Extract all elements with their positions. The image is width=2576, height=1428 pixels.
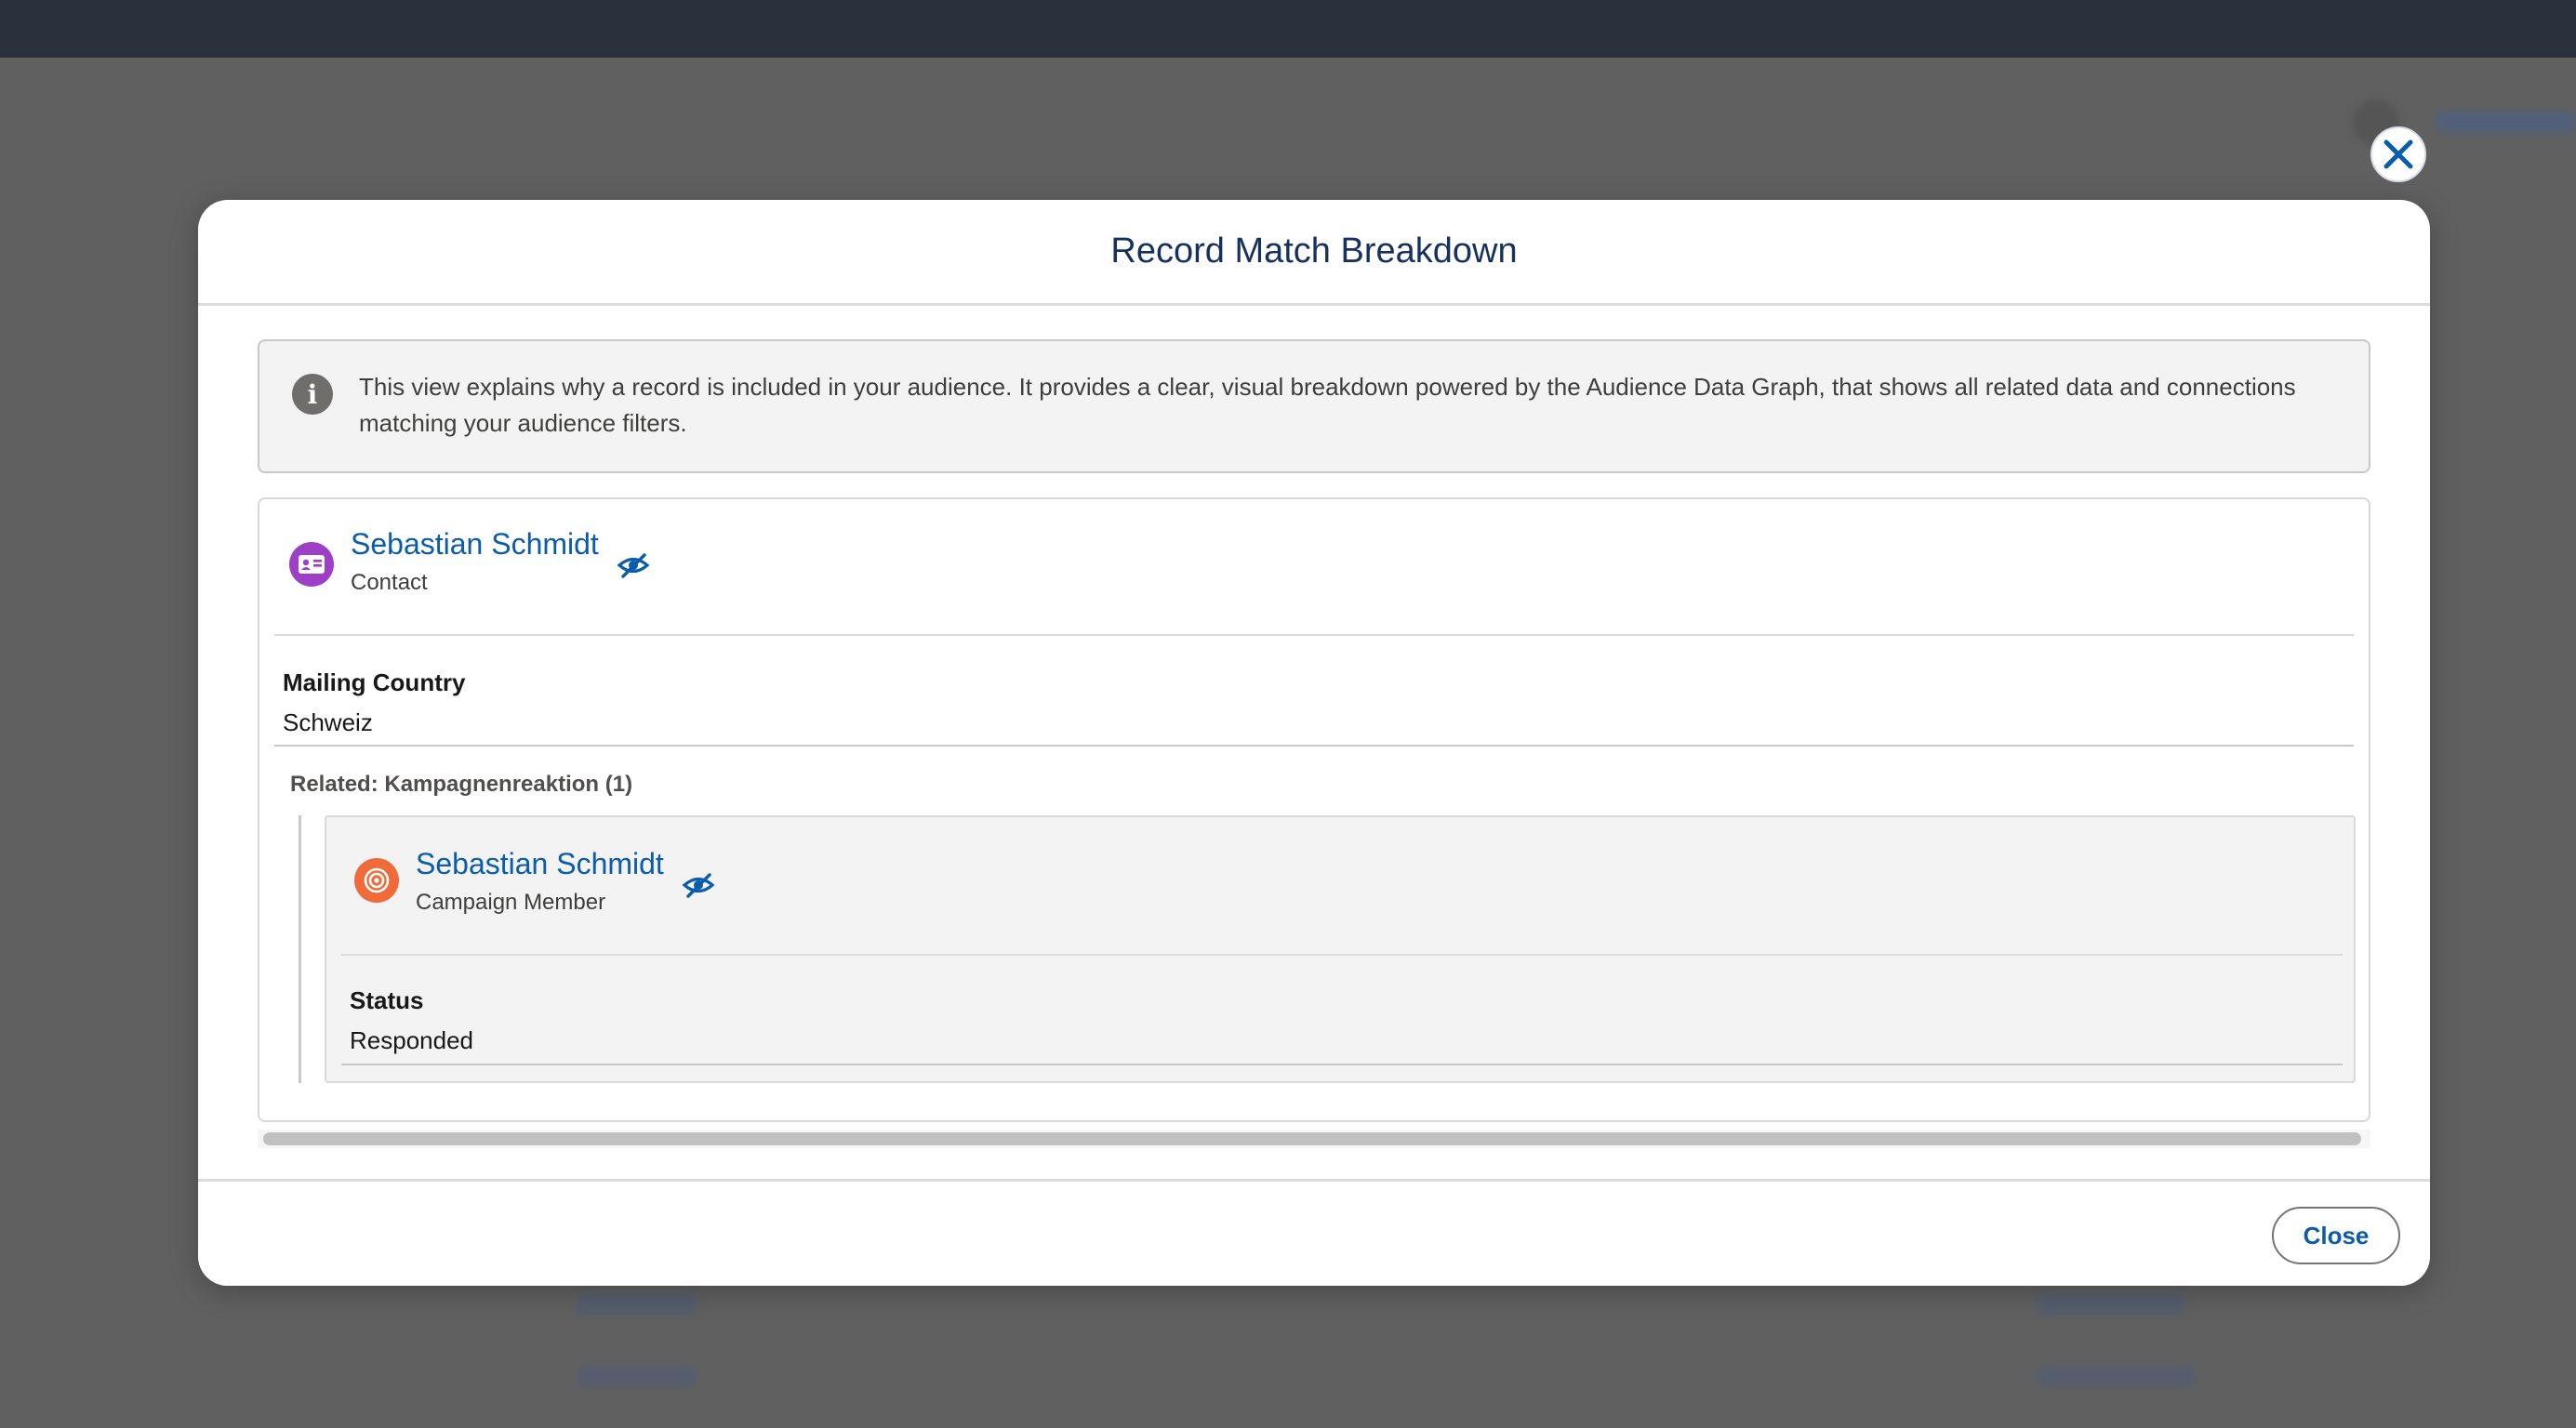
background-text bbox=[577, 1367, 697, 1387]
record-card: Sebastian Schmidt Contact Mailing Countr… bbox=[258, 497, 2370, 1122]
record-type-label: Campaign Member bbox=[416, 890, 606, 915]
field-value-status: Responded bbox=[350, 1026, 473, 1054]
scrollbar-thumb[interactable] bbox=[263, 1132, 2361, 1145]
modal-header: Record Match Breakdown bbox=[198, 200, 2430, 306]
record-type-label: Contact bbox=[351, 570, 428, 595]
header-divider bbox=[341, 954, 2343, 956]
related-record-card: Sebastian Schmidt Campaign Member Status… bbox=[325, 815, 2356, 1083]
record-match-modal: Record Match Breakdown i This view expla… bbox=[198, 200, 2430, 1286]
hide-icon[interactable] bbox=[617, 551, 650, 579]
background-text bbox=[577, 1294, 697, 1315]
horizontal-scrollbar[interactable] bbox=[258, 1130, 2370, 1148]
campaign-target-icon bbox=[354, 858, 399, 903]
field-label-mailing-country: Mailing Country bbox=[283, 668, 466, 696]
field-divider bbox=[274, 745, 2354, 747]
field-label-status: Status bbox=[350, 986, 424, 1014]
background-link bbox=[2437, 112, 2576, 132]
contact-name-link[interactable]: Sebastian Schmidt bbox=[351, 527, 599, 562]
info-notice: i This view explains why a record is inc… bbox=[258, 339, 2370, 473]
modal-footer: Close bbox=[198, 1179, 2430, 1286]
modal-title: Record Match Breakdown bbox=[1110, 231, 1518, 271]
background-text bbox=[2037, 1367, 2195, 1387]
close-icon bbox=[2383, 139, 2413, 169]
field-value-mailing-country: Schweiz bbox=[283, 708, 373, 736]
contact-card-icon bbox=[289, 542, 334, 587]
related-list-title: Related: Kampagnenreaktion (1) bbox=[290, 772, 633, 797]
close-modal-icon[interactable] bbox=[2370, 126, 2426, 182]
campaign-member-name-link[interactable]: Sebastian Schmidt bbox=[416, 847, 664, 881]
hide-icon[interactable] bbox=[682, 871, 715, 899]
field-divider bbox=[341, 1064, 2343, 1065]
app-top-bar bbox=[0, 0, 2576, 58]
background-text bbox=[2037, 1294, 2185, 1315]
close-button[interactable]: Close bbox=[2272, 1207, 2400, 1264]
header-divider bbox=[274, 634, 2354, 636]
info-text: This view explains why a record is inclu… bbox=[359, 373, 2296, 437]
related-indent-rule bbox=[299, 815, 301, 1083]
info-icon: i bbox=[292, 374, 333, 415]
